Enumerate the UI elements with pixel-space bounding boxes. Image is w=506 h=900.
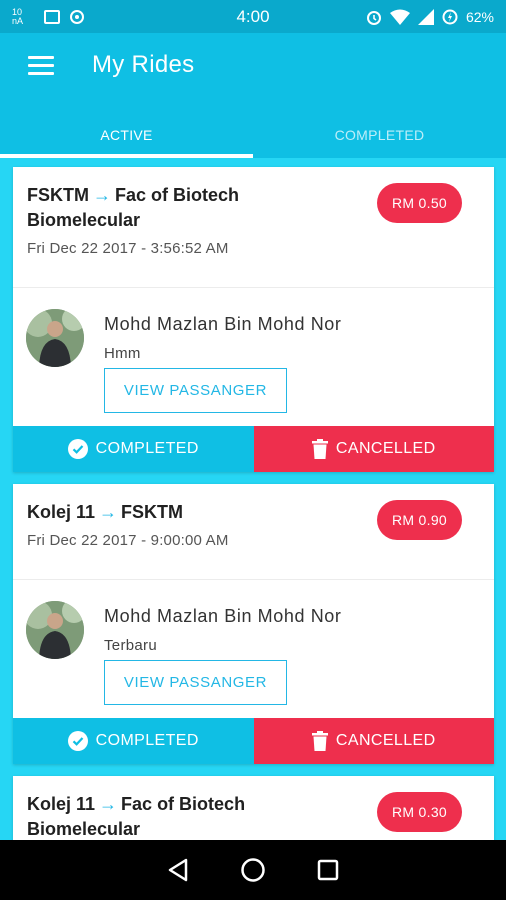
- ride-route: Kolej 11 → Fac of Biotech Biomelecular: [27, 792, 347, 840]
- record-notification-icon: [70, 9, 84, 24]
- cancelled-button[interactable]: CANCELLED: [253, 718, 494, 764]
- system-nav-bar: [0, 840, 506, 900]
- trash-icon: [311, 731, 328, 751]
- cancelled-label: CANCELLED: [335, 440, 436, 457]
- ride-actions: COMPLETED CANCELLED: [13, 718, 494, 764]
- view-passenger-button[interactable]: VIEW PASSANGER: [104, 660, 287, 705]
- status-time: 4:00: [236, 6, 270, 26]
- ride-route: Kolej 11 → FSKTM: [27, 500, 347, 525]
- view-passenger-button[interactable]: VIEW PASSANGER: [104, 368, 287, 413]
- page-title: My Rides: [92, 51, 195, 78]
- completed-label: COMPLETED: [95, 732, 199, 749]
- signal-icon: [417, 8, 434, 25]
- home-circle-icon[interactable]: [239, 856, 267, 884]
- wifi-icon: [389, 9, 410, 25]
- price-badge[interactable]: RM 0.50: [377, 183, 462, 223]
- ride-origin: FSKTM: [27, 185, 89, 205]
- app-bar: My Rides ACTIVE COMPLETED: [0, 33, 506, 158]
- arrow-right-icon: →: [93, 185, 111, 205]
- cancelled-label: CANCELLED: [335, 732, 436, 749]
- completed-button[interactable]: COMPLETED: [13, 426, 254, 472]
- avatar: [26, 601, 84, 659]
- arrow-right-icon: →: [99, 794, 118, 814]
- ride-origin: Kolej 11: [27, 502, 96, 522]
- check-circle-icon: [67, 731, 88, 751]
- ride-card-header: Kolej 11 → Fac of Biotech Biomelecular RM …: [13, 776, 494, 840]
- battery-percent: 62%: [465, 8, 494, 25]
- driver-name: Mohd Mazlan Bin Mohd Nor: [104, 314, 342, 334]
- ride-date: Fri Dec 22 2017 - 9:00:00 AM: [27, 532, 229, 549]
- tab-bar: ACTIVE COMPLETED: [0, 111, 506, 158]
- trash-icon: [311, 439, 328, 459]
- price-badge[interactable]: RM 0.90: [377, 500, 462, 540]
- data-usage-indicator: 10 nA: [12, 6, 24, 26]
- rides-list[interactable]: FSKTM → Fac of Biotech Biomelecular Fri De…: [0, 158, 506, 840]
- tab-active[interactable]: ACTIVE: [0, 111, 253, 158]
- cancelled-button[interactable]: CANCELLED: [253, 426, 494, 472]
- ride-note: Terbaru: [104, 637, 157, 654]
- alarm-icon: [366, 10, 381, 25]
- ride-card-header: Kolej 11 → FSKTM Fri Dec 22 2017 - 9:00:00…: [13, 484, 494, 580]
- ride-destination: FSKTM: [121, 502, 184, 522]
- driver-name: Mohd Mazlan Bin Mohd Nor: [104, 606, 342, 626]
- tab-completed[interactable]: COMPLETED: [253, 111, 506, 158]
- ride-origin: Kolej 11: [27, 794, 96, 814]
- status-right: 62%: [334, 8, 494, 25]
- ride-route: FSKTM → Fac of Biotech Biomelecular: [27, 183, 347, 233]
- image-notification-icon: [44, 9, 60, 24]
- ride-card: Kolej 11 → FSKTM Fri Dec 22 2017 - 9:00:00…: [13, 484, 494, 764]
- price-badge[interactable]: RM 0.30: [377, 792, 462, 832]
- battery-saver-icon: [442, 9, 458, 24]
- ride-card: Kolej 11 → Fac of Biotech Biomelecular RM …: [13, 776, 494, 840]
- arrow-right-icon: →: [99, 502, 118, 522]
- status-bar: 10 nA 4:00 62%: [0, 0, 506, 33]
- ride-card: FSKTM → Fac of Biotech Biomelecular Fri De…: [13, 167, 494, 472]
- completed-button[interactable]: COMPLETED: [13, 718, 254, 764]
- recents-square-icon[interactable]: [314, 856, 342, 884]
- ride-actions: COMPLETED CANCELLED: [13, 426, 494, 472]
- menu-icon[interactable]: [28, 56, 54, 76]
- back-triangle-icon[interactable]: [164, 856, 192, 884]
- ride-date: Fri Dec 22 2017 - 3:56:52 AM: [27, 240, 229, 257]
- ride-card-body: Mohd Mazlan Bin Mohd Nor Terbaru VIEW PA…: [13, 580, 494, 718]
- ride-note: Hmm: [104, 345, 141, 362]
- completed-label: COMPLETED: [95, 440, 199, 457]
- ride-card-header: FSKTM → Fac of Biotech Biomelecular Fri De…: [13, 167, 494, 288]
- check-circle-icon: [67, 439, 88, 459]
- ride-card-body: Mohd Mazlan Bin Mohd Nor Hmm VIEW PASSAN…: [13, 288, 494, 426]
- avatar: [26, 309, 84, 367]
- status-left: 10 nA: [12, 6, 172, 26]
